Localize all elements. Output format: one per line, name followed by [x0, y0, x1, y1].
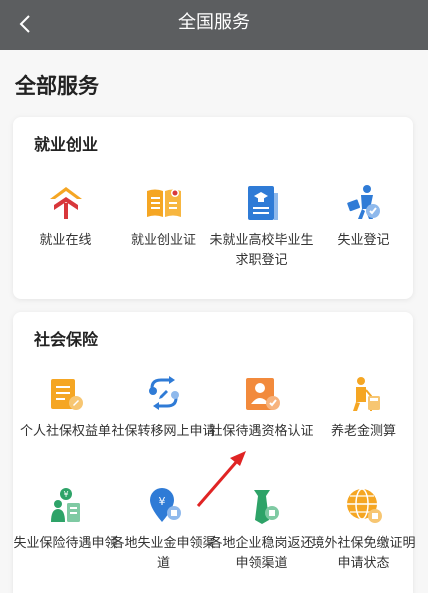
service-graduate-registration[interactable]: 未就业高校毕业生求职登记 — [209, 183, 314, 271]
service-pension-calculation[interactable]: 养老金测算 — [311, 374, 416, 442]
social-insurance-card: 社会保险 个人社保权益单 社保转移网上申请 社保待遇资格认证 养老金测算 ¥ 失… — [13, 312, 416, 593]
top-bar: 全国服务 — [0, 0, 428, 50]
service-insurance-transfer[interactable]: 社保转移网上申请 — [111, 374, 216, 442]
service-employment-certificate[interactable]: 就业创业证 — [111, 183, 216, 251]
graduate-document-icon — [247, 186, 278, 220]
insurance-card-title: 社会保险 — [34, 330, 99, 349]
service-unemployment-registration[interactable]: 失业登记 — [311, 183, 416, 251]
service-unemployment-benefit[interactable]: ¥ 失业保险待遇申领 — [13, 486, 118, 554]
service-qualification-verification[interactable]: 社保待遇资格认证 — [209, 374, 314, 442]
service-personal-rights[interactable]: 个人社保权益单 — [13, 374, 118, 442]
employment-card: 就业创业 就业在线 就业创业证 未就业高校毕业生求职登记 失业登记 — [13, 117, 413, 299]
employment-online-icon — [49, 187, 82, 219]
employment-card-title: 就业创业 — [34, 135, 99, 154]
qualification-verify-icon — [245, 378, 280, 410]
all-services-heading: 全部服务 — [15, 74, 99, 98]
unemployment-person-icon — [346, 185, 380, 219]
service-job-stability-refund[interactable]: 各地企业稳岗返还申领渠道 — [209, 486, 314, 574]
certificate-book-icon — [146, 189, 181, 217]
svg-text:¥: ¥ — [158, 495, 165, 508]
pension-calc-icon — [352, 377, 380, 411]
unemployment-fund-icon: ¥ — [149, 488, 181, 522]
page-title: 全国服务 — [178, 12, 250, 33]
job-stability-icon — [253, 490, 279, 524]
svg-text:¥: ¥ — [63, 490, 68, 499]
overseas-exemption-icon — [346, 488, 382, 523]
service-overseas-exemption[interactable]: 境外社保免缴证明申请状态 — [311, 486, 416, 574]
service-unemployment-fund-channels[interactable]: ¥ 各地失业金申领渠道 — [111, 486, 216, 574]
transfer-arrows-icon — [148, 376, 179, 410]
unemployment-benefit-icon: ¥ — [50, 488, 80, 522]
service-employment-online[interactable]: 就业在线 — [13, 183, 118, 251]
rights-document-icon — [50, 379, 83, 410]
